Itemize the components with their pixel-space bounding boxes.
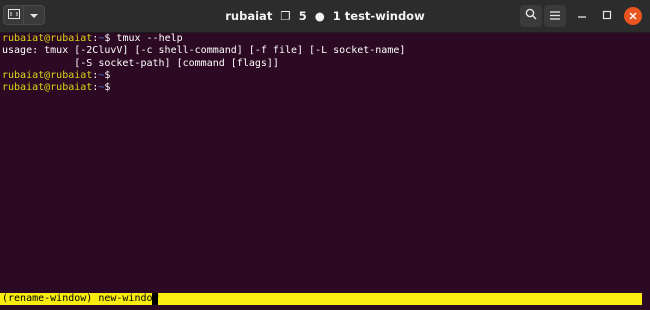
menu-button[interactable] [544, 5, 566, 27]
prompt-dollar: $ [104, 69, 111, 81]
maximize-button[interactable] [597, 6, 617, 26]
tmux-prompt-text: (rename-window) new-window [2, 293, 159, 304]
terminal-line-3: [-S socket-path] [command [flags]] [2, 58, 279, 70]
prompt-dollar: $ [104, 82, 111, 94]
minimize-button[interactable] [572, 6, 592, 26]
terminal-line-5: rubaiat@rubaiat:~$ [2, 82, 110, 94]
terminal-window: rubaiat ❐ 5 ● 1 test-window rubaiat@ruba… [0, 0, 650, 310]
prompt-user: rubaiat@rubaiat [2, 82, 93, 94]
close-icon [629, 7, 637, 25]
text-cursor [152, 293, 158, 305]
terminal-area[interactable]: rubaiat@rubaiat:~$ tmux --help usage: tm… [0, 33, 650, 310]
output-text: usage: tmux [-2CluvV] [-c shell-command]… [2, 45, 406, 57]
maximize-button-wrap [597, 5, 617, 27]
hamburger-menu-icon [550, 7, 560, 25]
prompt-user: rubaiat@rubaiat [2, 69, 93, 81]
maximize-icon [602, 7, 612, 25]
terminal-line-2: usage: tmux [-2CluvV] [-c shell-command]… [2, 45, 405, 57]
minimize-button-wrap [572, 5, 592, 27]
tmux-command-prompt[interactable]: (rename-window) new-window [0, 293, 642, 305]
prompt-user: rubaiat@rubaiat [2, 33, 93, 44]
active-dot-icon: ● [310, 9, 329, 23]
session-square-icon: ❐ [276, 9, 295, 23]
search-icon [525, 7, 537, 25]
title-sessions: 5 [298, 9, 307, 23]
title-bar: rubaiat ❐ 5 ● 1 test-window [0, 0, 650, 33]
menu-button-wrap [544, 5, 566, 27]
search-button[interactable] [520, 5, 542, 27]
title-user: rubaiat [225, 9, 273, 23]
command-text: tmux --help [116, 33, 183, 44]
minimize-icon [577, 7, 587, 25]
output-text: [-S socket-path] [command [flags]] [2, 57, 279, 69]
title-window-name: 1 test-window [332, 9, 425, 23]
terminal-line-1: rubaiat@rubaiat:~$ tmux --help [2, 33, 183, 45]
terminal-line-4: rubaiat@rubaiat:~$ [2, 70, 110, 82]
close-button[interactable] [624, 7, 642, 25]
prompt-dollar: $ [104, 33, 117, 44]
close-button-wrap [624, 5, 642, 27]
search-button-wrap [520, 5, 542, 27]
